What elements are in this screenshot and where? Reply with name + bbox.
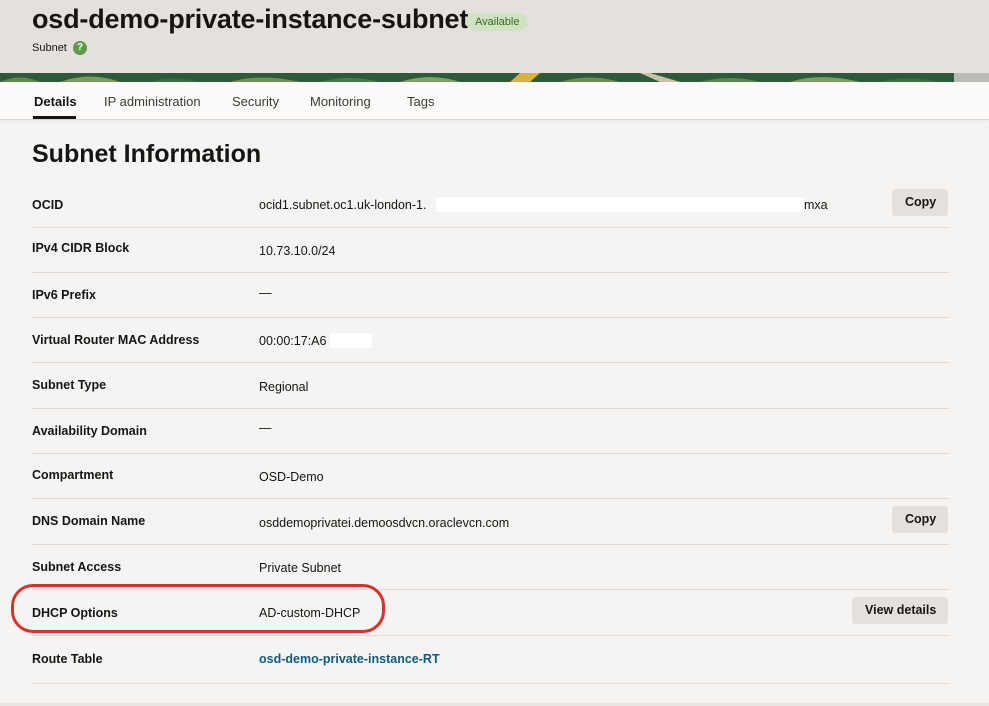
help-icon[interactable]: ? [73, 41, 87, 55]
row-label: IPv6 Prefix [32, 288, 96, 302]
info-row-ipv6-prefix: IPv6 Prefix — [32, 272, 949, 318]
view-dhcp-details-button[interactable]: View details [852, 597, 948, 624]
copy-ocid-button[interactable]: Copy [892, 189, 948, 216]
row-label: OCID [32, 198, 64, 212]
tab-monitoring[interactable]: Monitoring [310, 94, 371, 109]
ocid-value-suffix: mxa [804, 198, 828, 212]
row-value: osddemoprivatei.demoosdvcn.oraclevcn.com [259, 516, 510, 530]
route-table-link[interactable]: osd-demo-private-instance-RT [259, 652, 440, 666]
row-label: Compartment [32, 468, 114, 482]
resource-type-label: Subnet [32, 42, 67, 54]
row-label: IPv4 CIDR Block [32, 241, 130, 255]
status-badge: Available [466, 13, 529, 31]
active-tab-indicator [33, 116, 76, 119]
highlight-annotation-ring [11, 584, 385, 633]
info-row-mac-address: Virtual Router MAC Address 00:00:17:A6 [32, 317, 949, 363]
row-value: Regional [259, 380, 309, 394]
row-value: — [259, 286, 272, 300]
tab-ip-administration[interactable]: IP administration [104, 94, 201, 109]
row-label: Subnet Access [32, 560, 122, 574]
row-label: DNS Domain Name [32, 514, 146, 528]
row-value: OSD-Demo [259, 470, 324, 484]
row-value: Private Subnet [259, 561, 341, 575]
info-row-ipv4-cidr: IPv4 CIDR Block 10.73.10.0/24 [32, 227, 949, 273]
tab-tags[interactable]: Tags [407, 94, 434, 109]
row-value: 10.73.10.0/24 [259, 244, 336, 258]
tab-details[interactable]: Details [34, 94, 77, 109]
section-title: Subnet Information [32, 140, 262, 168]
info-row-dns-domain-name: DNS Domain Name osddemoprivatei.demoosdv… [32, 498, 949, 545]
row-label: Availability Domain [32, 424, 147, 438]
page-header: osd-demo-private-instance-subnet Availab… [0, 0, 989, 82]
row-value: 00:00:17:A6 [259, 334, 327, 348]
info-row-availability-domain: Availability Domain — [32, 408, 949, 454]
redacted-block [436, 197, 804, 212]
info-row-route-table: Route Table osd-demo-private-instance-RT [32, 635, 949, 684]
page-title: osd-demo-private-instance-subnet [32, 4, 469, 34]
info-row-subnet-type: Subnet Type Regional [32, 362, 949, 409]
row-label: Subnet Type [32, 378, 107, 392]
copy-dns-button[interactable]: Copy [892, 506, 948, 533]
ocid-value-prefix: ocid1.subnet.oc1.uk-london-1. [259, 198, 427, 212]
info-row-ocid: OCID ocid1.subnet.oc1.uk-london-1. mxa C… [32, 181, 949, 228]
row-value: — [259, 421, 272, 435]
info-row-compartment: Compartment OSD-Demo [32, 453, 949, 499]
row-label: Route Table [32, 652, 103, 666]
tab-bar: Details IP administration Security Monit… [0, 82, 989, 120]
redacted-block [330, 333, 372, 348]
tab-security[interactable]: Security [232, 94, 279, 109]
row-label: Virtual Router MAC Address [32, 333, 200, 347]
decorative-banner [0, 73, 989, 82]
